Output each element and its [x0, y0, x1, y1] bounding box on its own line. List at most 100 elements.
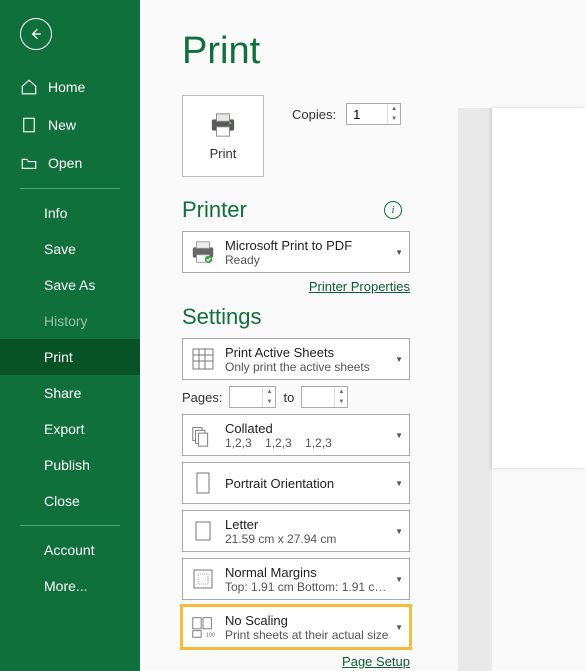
nav-label: New	[48, 117, 76, 133]
print-what-combo[interactable]: Print Active Sheets Only print the activ…	[182, 338, 410, 380]
home-icon	[20, 78, 38, 96]
scaling-combo[interactable]: 100 No Scaling Print sheets at their act…	[182, 606, 410, 648]
chevron-down-icon: ▼	[395, 623, 403, 632]
portrait-icon	[189, 469, 217, 497]
nav-separator	[20, 525, 120, 526]
back-button[interactable]	[20, 18, 52, 50]
printer-info-icon[interactable]: i	[384, 201, 402, 219]
pages-from-input[interactable]	[230, 387, 262, 407]
print-button[interactable]: Print	[182, 95, 264, 177]
nav-label: Save As	[44, 277, 95, 293]
settings-heading: Settings	[182, 304, 262, 330]
sheets-icon	[189, 345, 217, 373]
svg-text:100: 100	[206, 632, 215, 638]
printer-combo[interactable]: Microsoft Print to PDF Ready ▼	[182, 231, 410, 273]
copies-row: Copies: ▲ ▼	[292, 95, 401, 125]
pages-to-label: to	[283, 390, 294, 405]
preview-page-edge	[492, 108, 586, 468]
pages-to-spinner[interactable]: ▲▼	[301, 386, 348, 408]
printer-heading: Printer	[182, 197, 247, 223]
nav-publish[interactable]: Publish	[0, 447, 140, 483]
combo-line1: Letter	[225, 517, 391, 532]
pages-label: Pages:	[182, 390, 222, 405]
nav-saveas[interactable]: Save As	[0, 267, 140, 303]
nav-home[interactable]: Home	[0, 68, 140, 106]
open-icon	[20, 154, 38, 172]
print-button-label: Print	[210, 146, 237, 161]
nav-label: Info	[44, 205, 67, 221]
print-panel: Print Print Copies: ▲ ▼ Printer i	[140, 0, 586, 671]
back-arrow-icon	[28, 26, 44, 42]
chevron-down-icon: ▼	[395, 355, 403, 364]
printer-properties-link[interactable]: Printer Properties	[309, 279, 410, 294]
paper-size-combo[interactable]: Letter 21.59 cm x 27.94 cm ▼	[182, 510, 410, 552]
combo-line1: Print Active Sheets	[225, 345, 391, 360]
copies-spinner[interactable]: ▲ ▼	[346, 103, 401, 125]
page-title: Print	[182, 30, 556, 73]
orientation-combo[interactable]: Portrait Orientation ▼	[182, 462, 410, 504]
combo-line2: 1,2,3 1,2,3 1,2,3	[225, 436, 391, 450]
margins-icon	[189, 565, 217, 593]
new-icon	[20, 116, 38, 134]
copies-label: Copies:	[292, 107, 336, 122]
printer-device-icon	[189, 238, 217, 266]
paper-icon	[189, 517, 217, 545]
combo-line2: 21.59 cm x 27.94 cm	[225, 532, 391, 546]
nav-label: Close	[44, 493, 80, 509]
nav-share[interactable]: Share	[0, 375, 140, 411]
pages-to-input[interactable]	[302, 387, 334, 407]
collation-combo[interactable]: Collated 1,2,3 1,2,3 1,2,3 ▼	[182, 414, 410, 456]
nav-label: More...	[44, 578, 88, 594]
collated-icon	[189, 421, 217, 449]
nav-separator	[20, 188, 120, 189]
nav-label: Print	[44, 349, 73, 365]
nav-label: Home	[48, 79, 85, 95]
spinner-down-icon[interactable]: ▼	[335, 397, 347, 407]
pages-row: Pages: ▲▼ to ▲▼	[182, 386, 410, 408]
combo-line2: Print sheets at their actual size	[225, 628, 391, 642]
pages-from-spinner[interactable]: ▲▼	[229, 386, 276, 408]
nav-save[interactable]: Save	[0, 231, 140, 267]
scaling-icon: 100	[189, 613, 217, 641]
chevron-down-icon: ▼	[395, 431, 403, 440]
page-setup-link[interactable]: Page Setup	[342, 654, 410, 669]
nav-label: History	[44, 313, 88, 329]
combo-line2: Only print the active sheets	[225, 360, 391, 374]
nav-print[interactable]: Print	[0, 339, 140, 375]
combo-line1: No Scaling	[225, 613, 391, 628]
nav-export[interactable]: Export	[0, 411, 140, 447]
nav-new[interactable]: New	[0, 106, 140, 144]
combo-line2: Top: 1.91 cm Bottom: 1.91 c…	[225, 580, 391, 594]
nav-label: Account	[44, 542, 95, 558]
nav-label: Open	[48, 155, 82, 171]
nav-info[interactable]: Info	[0, 195, 140, 231]
spinner-up-icon[interactable]: ▲	[388, 104, 400, 114]
nav-account[interactable]: Account	[0, 532, 140, 568]
combo-line1: Normal Margins	[225, 565, 391, 580]
printer-icon	[208, 112, 238, 138]
spinner-up-icon[interactable]: ▲	[263, 387, 275, 397]
nav-history: History	[0, 303, 140, 339]
chevron-down-icon: ▼	[395, 479, 403, 488]
spinner-up-icon[interactable]: ▲	[335, 387, 347, 397]
backstage-sidebar: Home New Open Info Save Save As History …	[0, 0, 140, 671]
nav-label: Export	[44, 421, 84, 437]
chevron-down-icon: ▼	[395, 527, 403, 536]
combo-line1: Portrait Orientation	[225, 476, 391, 491]
chevron-down-icon: ▼	[395, 248, 403, 257]
printer-name: Microsoft Print to PDF	[225, 238, 391, 253]
nav-more[interactable]: More...	[0, 568, 140, 604]
printer-status: Ready	[225, 253, 391, 267]
nav-label: Share	[44, 385, 81, 401]
combo-line1: Collated	[225, 421, 391, 436]
margins-combo[interactable]: Normal Margins Top: 1.91 cm Bottom: 1.91…	[182, 558, 410, 600]
copies-input[interactable]	[347, 104, 387, 124]
spinner-down-icon[interactable]: ▼	[388, 114, 400, 124]
spinner-down-icon[interactable]: ▼	[263, 397, 275, 407]
nav-label: Publish	[44, 457, 90, 473]
nav-open[interactable]: Open	[0, 144, 140, 182]
preview-gutter	[458, 108, 492, 671]
nav-label: Save	[44, 241, 76, 257]
chevron-down-icon: ▼	[395, 575, 403, 584]
nav-close[interactable]: Close	[0, 483, 140, 519]
